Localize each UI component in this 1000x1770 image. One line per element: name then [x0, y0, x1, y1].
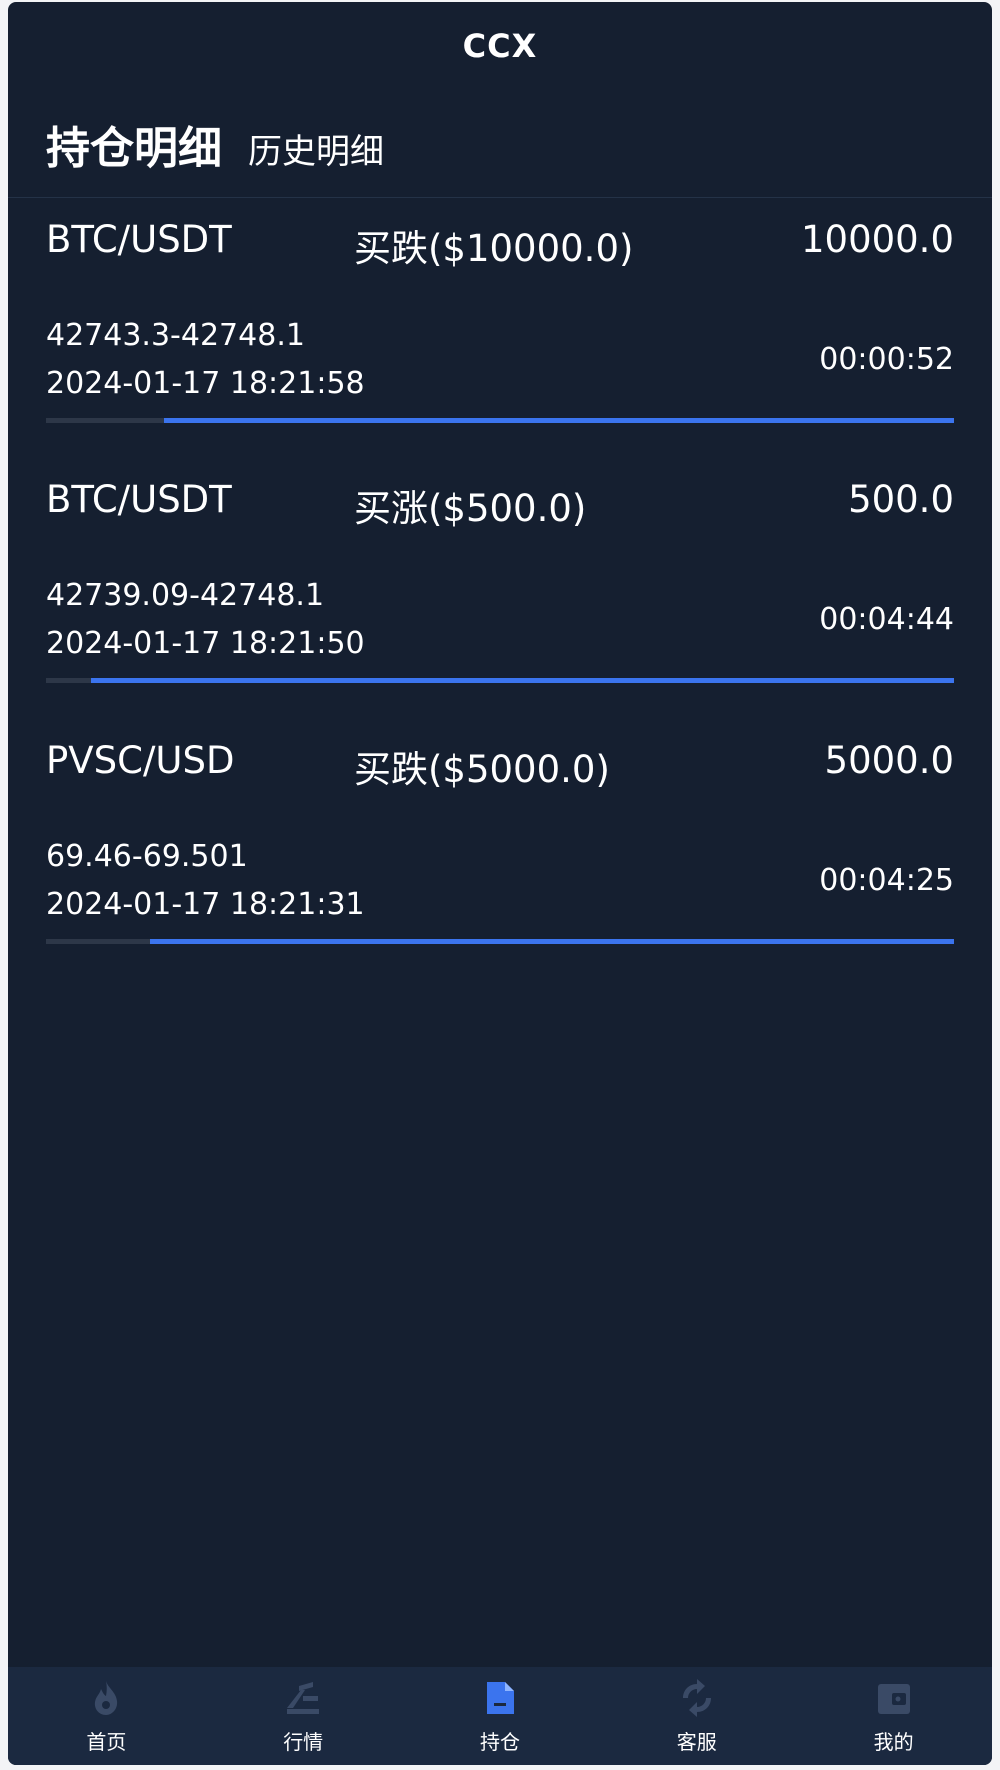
- flame-icon: [95, 1681, 118, 1715]
- position-price-range: 69.46-69.501: [46, 839, 248, 874]
- market-icon: [287, 1682, 320, 1714]
- position-datetime: 2024-01-17 18:21:58: [46, 366, 365, 401]
- progress-fill: [150, 939, 954, 944]
- position-datetime: 2024-01-17 18:21:50: [46, 626, 365, 661]
- nav-label: 我的: [873, 1730, 914, 1754]
- position-price-range: 42739.09-42748.1: [46, 578, 325, 613]
- position-item[interactable]: PVSC/USD 买跌($5000.0) 5000.0 69.46-69.501…: [46, 739, 954, 969]
- position-item[interactable]: BTC/USDT 买跌($10000.0) 10000.0 42743.3-42…: [46, 218, 954, 448]
- tab-holdings[interactable]: 持仓明细: [46, 127, 222, 171]
- nav-label: 持仓: [479, 1730, 520, 1754]
- document-icon: [486, 1682, 514, 1714]
- refresh-icon: [682, 1679, 711, 1717]
- nav-item-holdings[interactable]: 持仓: [402, 1667, 599, 1765]
- position-amount: 10000.0: [800, 218, 954, 261]
- nav-item-profile[interactable]: 我的: [795, 1667, 992, 1765]
- nav-label: 行情: [283, 1730, 324, 1754]
- app-title: CCX: [462, 27, 538, 65]
- nav-item-market[interactable]: 行情: [205, 1667, 402, 1765]
- wallet-icon: [877, 1684, 910, 1714]
- position-countdown: 00:04:44: [819, 602, 954, 637]
- progress-bar: [46, 418, 954, 423]
- nav-label: 首页: [86, 1730, 127, 1754]
- position-countdown: 00:04:25: [819, 863, 954, 898]
- progress-fill: [91, 678, 954, 683]
- app-window: CCX 持仓明细 历史明细 BTC/USDT 买跌($10000.0) 1000…: [8, 2, 992, 1765]
- position-direction: 买跌($5000.0): [354, 748, 610, 791]
- position-direction: 买涨($500.0): [354, 487, 587, 530]
- nav-item-home[interactable]: 首页: [8, 1667, 205, 1765]
- position-datetime: 2024-01-17 18:21:31: [46, 887, 365, 922]
- position-countdown: 00:00:52: [819, 342, 954, 377]
- position-amount: 5000.0: [824, 739, 954, 782]
- tab-bar: 持仓明细 历史明细: [8, 90, 992, 198]
- tab-history[interactable]: 历史明细: [248, 135, 384, 171]
- position-amount: 500.0: [848, 478, 954, 521]
- position-pair: BTC/USDT: [46, 218, 232, 261]
- progress-bar: [46, 939, 954, 944]
- bottom-nav: 首页 行情 持仓 客服 我的: [8, 1667, 992, 1765]
- nav-label: 客服: [676, 1730, 717, 1754]
- progress-bar: [46, 678, 954, 683]
- position-pair: BTC/USDT: [46, 478, 232, 521]
- nav-item-support[interactable]: 客服: [598, 1667, 795, 1765]
- progress-fill: [164, 418, 954, 423]
- position-price-range: 42743.3-42748.1: [46, 318, 305, 353]
- position-item[interactable]: BTC/USDT 买涨($500.0) 500.0 42739.09-42748…: [46, 478, 954, 708]
- position-pair: PVSC/USD: [46, 739, 235, 782]
- position-direction: 买跌($10000.0): [354, 227, 634, 270]
